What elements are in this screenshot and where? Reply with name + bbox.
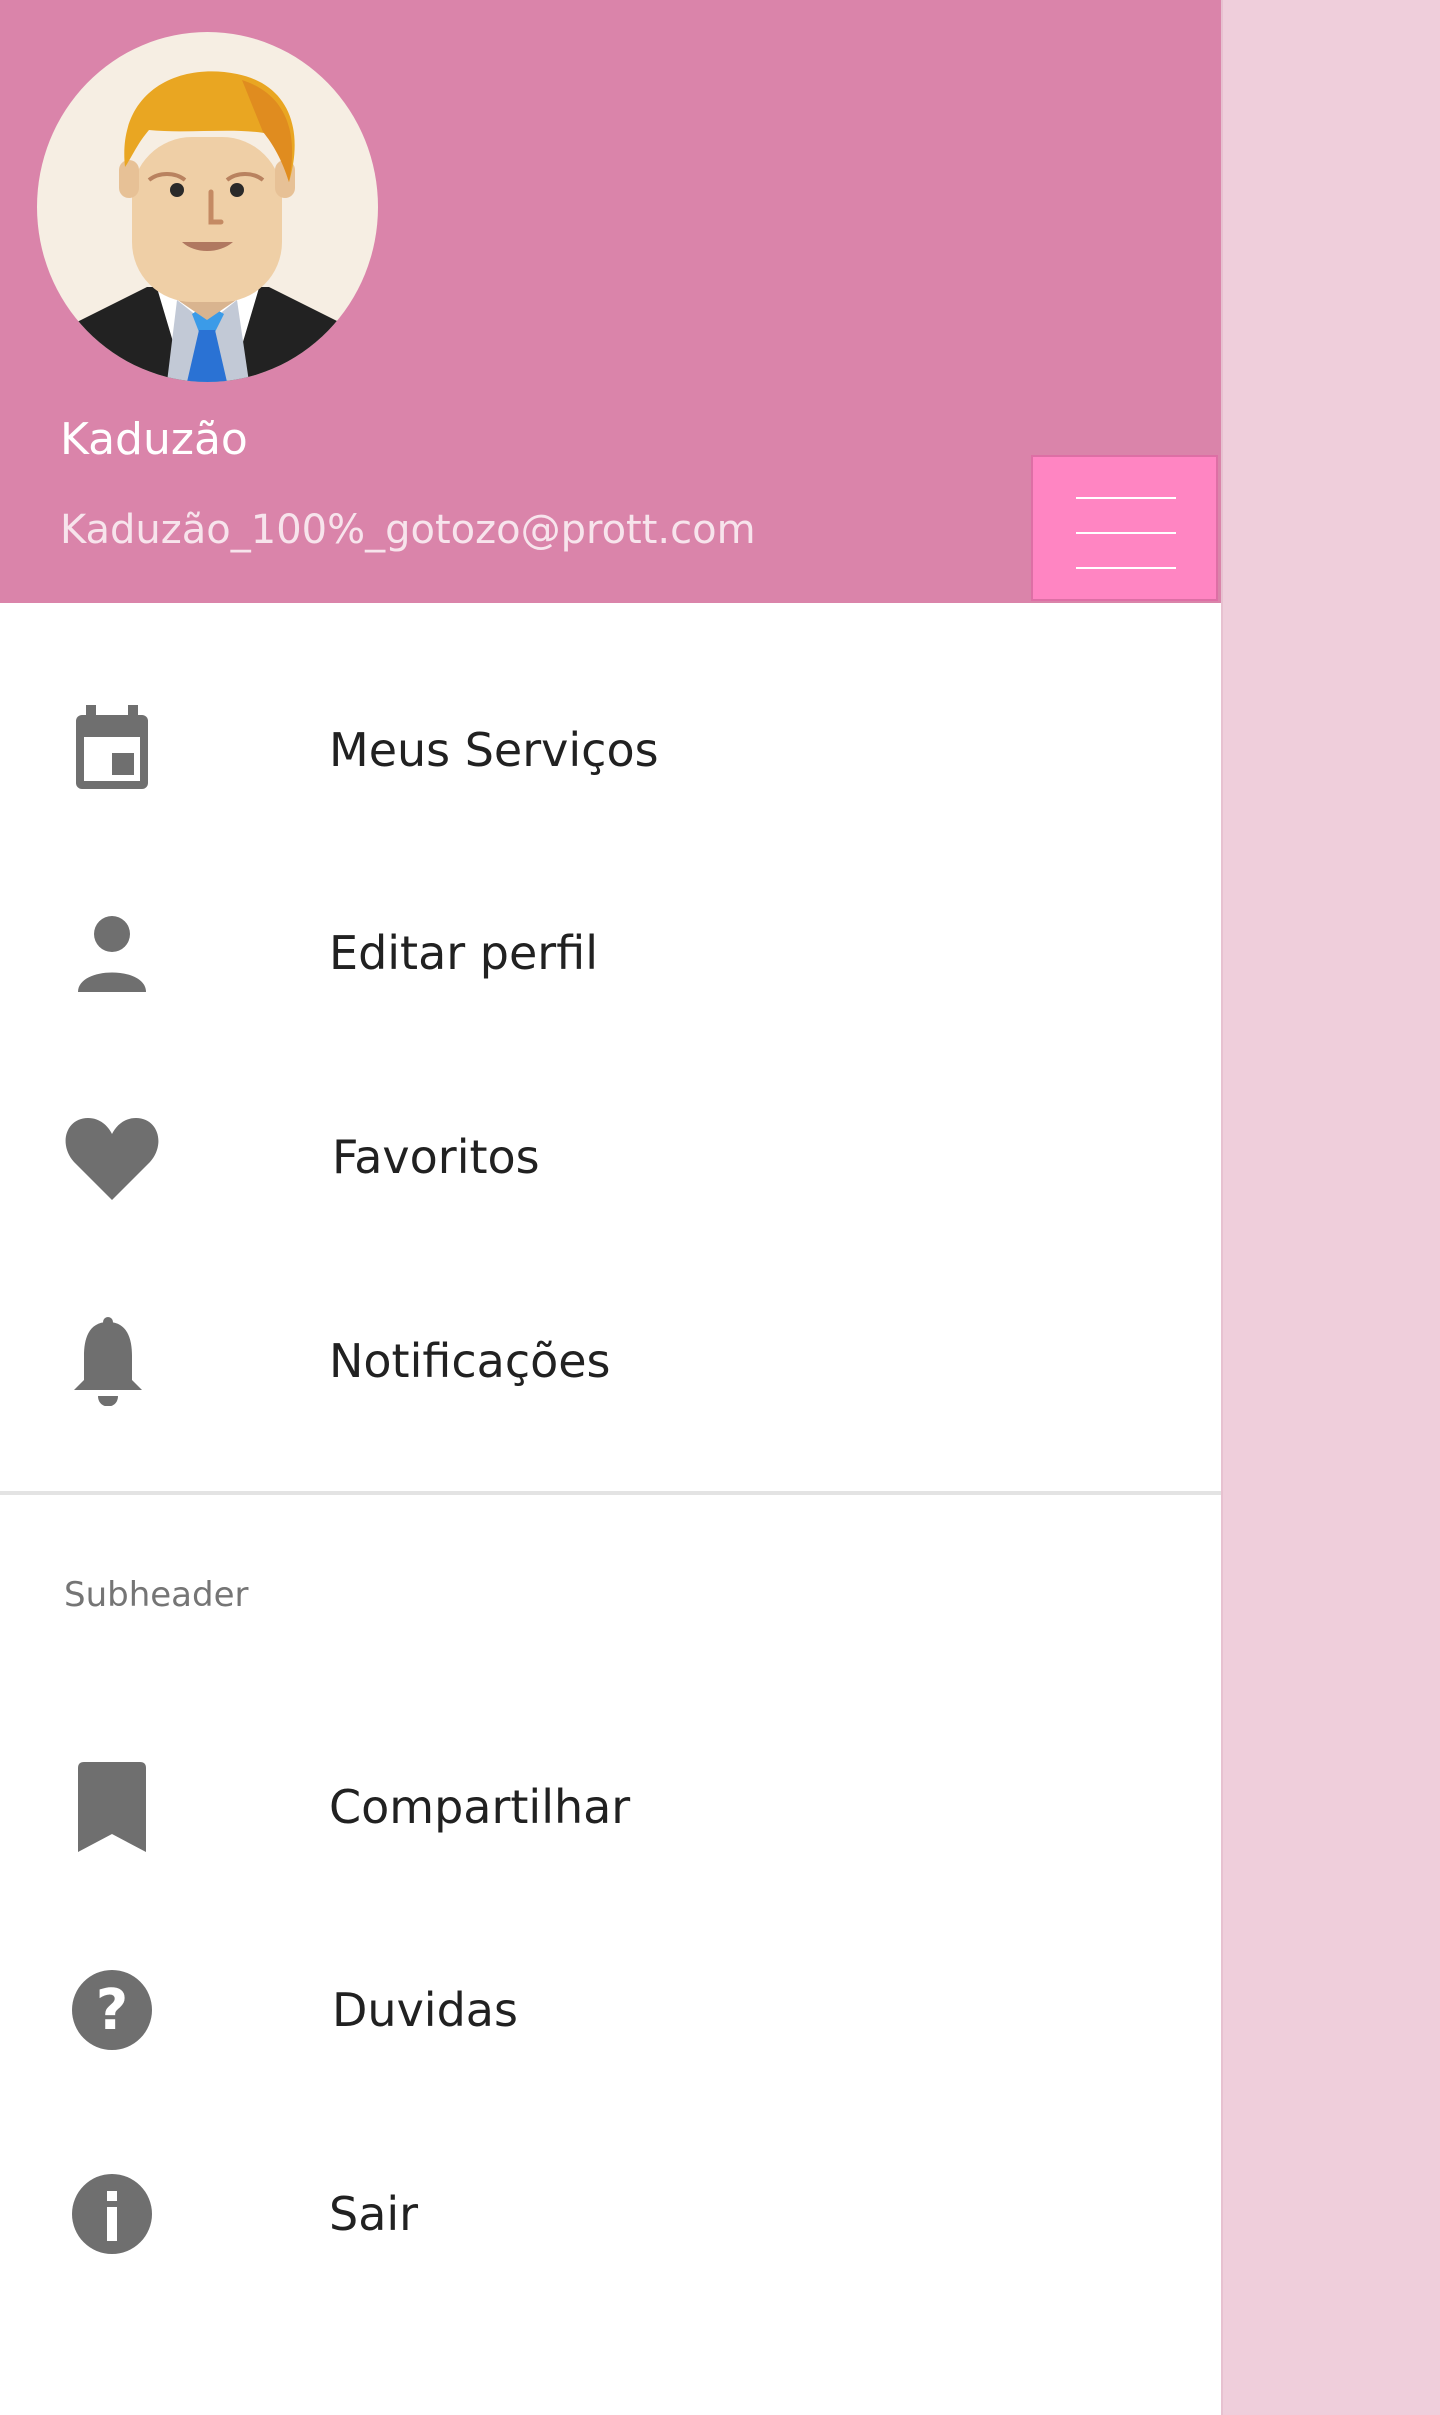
person-icon	[62, 908, 162, 998]
menu-item-label: Duvidas	[332, 1983, 518, 2037]
menu-button[interactable]	[1031, 455, 1218, 601]
menu-item-label: Compartilhar	[329, 1780, 631, 1834]
avatar[interactable]	[37, 32, 378, 382]
menu-item-duvidas[interactable]: ? Duvidas	[0, 1905, 1221, 2105]
subheader: Subheader	[64, 1575, 249, 1615]
navigation-drawer: Kaduzão Kaduzão_100%_gotozo@prott.com Me…	[0, 0, 1221, 2415]
bell-icon	[62, 1316, 162, 1406]
menu-item-label: Editar perfil	[329, 926, 598, 980]
user-email: Kaduzão_100%_gotozo@prott.com	[60, 507, 756, 553]
menu-item-label: Favoritos	[332, 1130, 540, 1184]
menu-bar-icon	[1076, 532, 1176, 534]
bookmark-icon	[62, 1762, 162, 1852]
divider	[0, 1491, 1221, 1495]
heart-icon	[62, 1112, 162, 1202]
drawer-scrim[interactable]	[1221, 0, 1440, 2415]
menu-item-compartilhar[interactable]: Compartilhar	[0, 1702, 1221, 1902]
menu-item-label: Sair	[329, 2187, 419, 2241]
menu-item-label: Notificações	[329, 1334, 611, 1388]
menu-item-sair[interactable]: Sair	[0, 2109, 1221, 2309]
user-name: Kaduzão	[60, 414, 248, 465]
menu-item-editar-perfil[interactable]: Editar perfil	[0, 848, 1221, 1048]
menu-bar-icon	[1076, 567, 1176, 569]
help-circle-icon: ?	[62, 1965, 162, 2055]
calendar-event-icon	[62, 705, 162, 795]
menu-item-label: Meus Serviços	[329, 723, 659, 777]
svg-text:?: ?	[96, 1978, 128, 2043]
menu-item-meus-servicos[interactable]: Meus Serviços	[0, 645, 1221, 845]
menu-item-notificacoes[interactable]: Notificações	[0, 1256, 1221, 1456]
menu-item-favoritos[interactable]: Favoritos	[0, 1052, 1221, 1252]
info-circle-icon	[62, 2169, 162, 2259]
avatar-illustration	[37, 32, 378, 382]
drawer-header: Kaduzão Kaduzão_100%_gotozo@prott.com	[0, 0, 1221, 603]
menu-bar-icon	[1076, 497, 1176, 499]
